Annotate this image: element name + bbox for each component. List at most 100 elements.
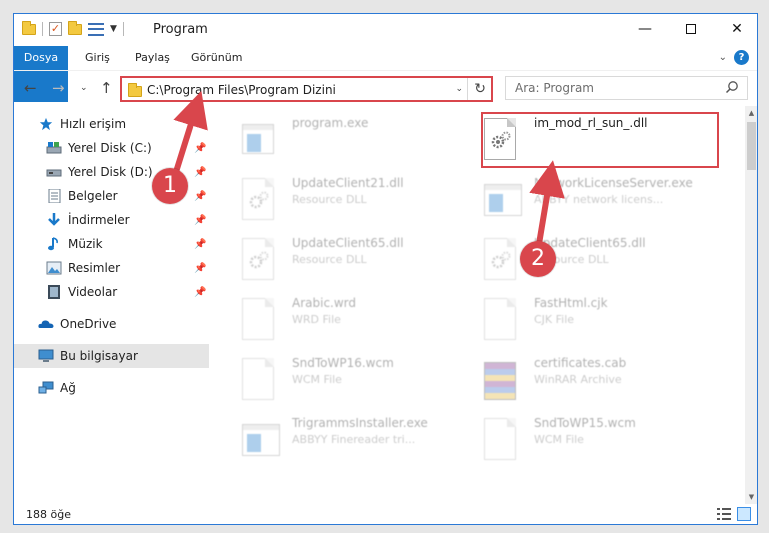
navigation-bar: ← → ⌄ ↑ C:\Program Files\Program Dizini …	[14, 70, 757, 106]
winrar-archive-icon	[484, 358, 524, 406]
tab-home[interactable]: Giriş	[85, 46, 110, 70]
file-item[interactable]: UpdateClient21.dll Resource DLL	[242, 176, 474, 232]
file-type: ABBYY Finereader tri...	[292, 433, 416, 446]
maximize-button[interactable]	[668, 14, 714, 44]
search-box[interactable]: Ara: Program	[505, 76, 748, 100]
drive-c-icon	[46, 142, 62, 154]
file-type: CJK File	[534, 313, 575, 326]
file-item[interactable]: UpdateClient65.dll Resource DLL	[242, 236, 474, 292]
search-placeholder[interactable]: Ara: Program	[515, 81, 594, 95]
sidebar-item-drive-c[interactable]: Yerel Disk (C:) 📌	[14, 136, 209, 160]
scroll-thumb[interactable]	[747, 122, 756, 170]
pin-icon[interactable]: 📌	[194, 287, 206, 298]
explorer-window: ✓ ▼ Program — ✕ Dosya Giriş Paylaş Görün…	[13, 13, 758, 525]
sidebar-item-label: Hızlı erişim	[60, 117, 127, 131]
file-name: Arabic.wrd	[292, 296, 357, 310]
tiles-view-icon[interactable]	[737, 507, 751, 521]
pin-icon[interactable]: 📌	[194, 239, 206, 250]
documents-icon	[48, 189, 61, 203]
expand-ribbon-chevron-icon[interactable]: ⌄	[719, 52, 727, 63]
file-type: Resource DLL	[292, 193, 367, 206]
minimize-button[interactable]: —	[622, 14, 668, 44]
dll-gear-icon	[242, 238, 282, 286]
pin-icon[interactable]: 📌	[194, 143, 206, 154]
status-bar: 188 öğe	[14, 504, 757, 524]
file-item[interactable]: SndToWP15.wcm WCM File	[484, 416, 716, 472]
file-item[interactable]: FastHtml.cjk CJK File	[484, 296, 716, 352]
file-name: NetworkLicenseServer.exe	[534, 176, 693, 190]
tab-share[interactable]: Paylaş	[135, 46, 170, 70]
file-item[interactable]: program.exe	[242, 116, 474, 172]
folder-icon	[22, 20, 36, 35]
sidebar-item-label: Yerel Disk (C:)	[68, 141, 152, 155]
file-item[interactable]: TrigrammsInstaller.exe ABBYY Finereader …	[242, 416, 474, 472]
close-button[interactable]: ✕	[714, 14, 757, 44]
address-bar[interactable]: C:\Program Files\Program Dizini ⌄ ↻	[120, 76, 493, 102]
properties-list-icon[interactable]	[88, 22, 104, 36]
sidebar-item-music[interactable]: Müzik 📌	[14, 232, 209, 256]
help-icon[interactable]: ?	[734, 50, 749, 65]
address-folder-icon	[128, 83, 142, 97]
step-2-callout: 2	[520, 241, 556, 277]
network-icon	[38, 381, 54, 394]
window-title: Program	[153, 22, 208, 37]
file-type: WCM File	[292, 373, 342, 386]
onedrive-icon	[38, 320, 54, 328]
address-separator	[467, 78, 468, 100]
program-exe-icon	[242, 118, 282, 166]
sidebar-item-quick-access[interactable]: Hızlı erişim	[14, 112, 209, 136]
sidebar-item-label: Resimler	[68, 261, 121, 275]
file-name: UpdateClient65.dll	[292, 236, 404, 250]
sidebar-item-downloads[interactable]: İndirmeler 📌	[14, 208, 209, 232]
exe-window-icon	[484, 178, 524, 226]
address-path[interactable]: C:\Program Files\Program Dizini	[147, 83, 336, 97]
sidebar-item-videos[interactable]: Videolar 📌	[14, 280, 209, 304]
forward-arrow-icon[interactable]: →	[52, 79, 65, 97]
ribbon-tabs: Dosya Giriş Paylaş Görünüm ⌄ ?	[14, 46, 757, 102]
file-item[interactable]: Arabic.wrd WRD File	[242, 296, 474, 352]
customize-qat-chevron-icon[interactable]: ▼	[110, 24, 117, 34]
file-item[interactable]: certificates.cab WinRAR Archive	[484, 356, 716, 412]
sidebar-item-pictures[interactable]: Resimler 📌	[14, 256, 209, 280]
new-folder-icon[interactable]	[68, 20, 82, 35]
sidebar-item-onedrive[interactable]: OneDrive	[14, 312, 209, 336]
file-item[interactable]: UpdateClient65.dll Resource DLL	[484, 236, 716, 292]
sidebar-item-this-pc[interactable]: Bu bilgisayar	[14, 344, 209, 368]
file-type: WRD File	[292, 313, 341, 326]
this-pc-icon	[38, 349, 54, 362]
sidebar-item-label: Videolar	[68, 285, 118, 299]
scroll-down-icon[interactable]: ▼	[745, 490, 757, 504]
vertical-scrollbar[interactable]: ▲ ▼	[745, 106, 757, 504]
sidebar-item-network[interactable]: Ağ	[14, 376, 209, 400]
drive-d-icon	[46, 169, 62, 177]
back-arrow-icon[interactable]: ←	[24, 79, 37, 97]
file-type: Resource DLL	[292, 253, 367, 266]
navigation-pane: Hızlı erişim Yerel Disk (C:) 📌 Yerel Dis…	[14, 110, 209, 504]
maximize-icon	[686, 24, 696, 34]
properties-check-icon[interactable]: ✓	[49, 22, 62, 36]
item-count: 188 öğe	[26, 508, 71, 521]
search-icon[interactable]	[725, 80, 739, 94]
pin-icon[interactable]: 📌	[194, 191, 206, 202]
pictures-icon	[46, 261, 62, 275]
blank-document-icon	[484, 418, 524, 466]
address-dropdown-chevron-icon[interactable]: ⌄	[455, 84, 463, 94]
pin-icon[interactable]: 📌	[194, 215, 206, 226]
music-icon	[48, 237, 58, 251]
details-view-icon[interactable]	[717, 508, 731, 520]
tab-view[interactable]: Görünüm	[191, 46, 242, 70]
file-item[interactable]: SndToWP16.wcm WCM File	[242, 356, 474, 412]
pin-icon[interactable]: 📌	[194, 167, 206, 178]
up-arrow-icon[interactable]: ↑	[100, 79, 113, 97]
file-type: ABBYY network licens...	[534, 193, 664, 206]
recent-locations-chevron-icon[interactable]: ⌄	[80, 83, 88, 93]
file-name: program.exe	[292, 116, 369, 130]
scroll-up-icon[interactable]: ▲	[745, 106, 757, 120]
sidebar-item-label: OneDrive	[60, 317, 117, 331]
pin-icon[interactable]: 📌	[194, 263, 206, 274]
sidebar-item-label: Müzik	[68, 237, 103, 251]
sidebar-item-label: Yerel Disk (D:)	[68, 165, 153, 179]
file-item[interactable]: NetworkLicenseServer.exe ABBYY network l…	[484, 176, 716, 232]
refresh-icon[interactable]: ↻	[474, 81, 486, 97]
file-type: WinRAR Archive	[534, 373, 622, 386]
